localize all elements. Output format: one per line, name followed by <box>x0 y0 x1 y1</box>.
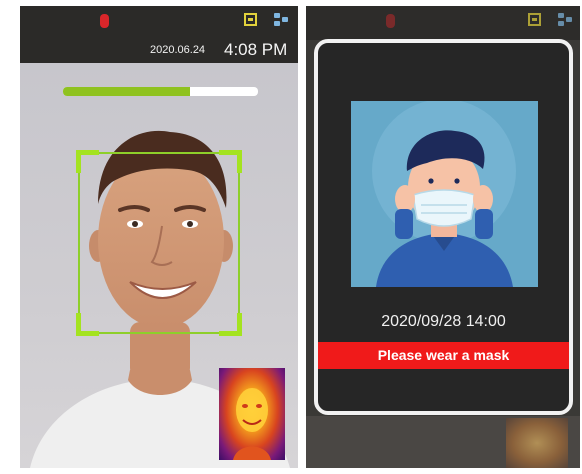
wear-mask-illustration <box>351 101 538 287</box>
thermal-face-icon <box>233 388 271 460</box>
status-bar: 2020.06.24 4:08 PM <box>20 6 298 63</box>
frame-corner-top-right <box>219 150 242 173</box>
thermal-preview-dimmed <box>506 418 568 468</box>
scan-progress-fill <box>63 87 190 96</box>
face-detection-frame <box>76 150 242 336</box>
mask-warning-banner: Please wear a mask <box>318 342 569 369</box>
thermal-preview-thumbnail <box>219 368 285 460</box>
frame-corner-bottom-left <box>76 313 99 336</box>
scan-progress-bar <box>63 87 258 96</box>
camera-mode-icon <box>244 13 257 26</box>
alert-datetime: 2020/09/28 14:00 <box>381 313 506 330</box>
frame-corner-bottom-right <box>219 313 242 336</box>
mask-alert-screen: 2020/09/28 14:00 Please wear a mask <box>306 6 580 468</box>
camera-mode-icon <box>528 13 541 26</box>
mask-alert-dialog: 2020/09/28 14:00 Please wear a mask <box>314 39 573 415</box>
network-icon <box>274 13 288 27</box>
masked-person-icon <box>372 101 516 287</box>
network-icon <box>558 13 572 27</box>
status-bar-dimmed <box>306 6 580 40</box>
status-time: 4:08 PM <box>224 40 288 59</box>
face-scan-screen: 2020.06.24 4:08 PM <box>20 6 298 468</box>
record-icon <box>100 14 109 28</box>
record-icon <box>386 14 395 28</box>
frame-corner-top-left <box>76 150 99 173</box>
status-date: 2020.06.24 <box>150 44 206 56</box>
